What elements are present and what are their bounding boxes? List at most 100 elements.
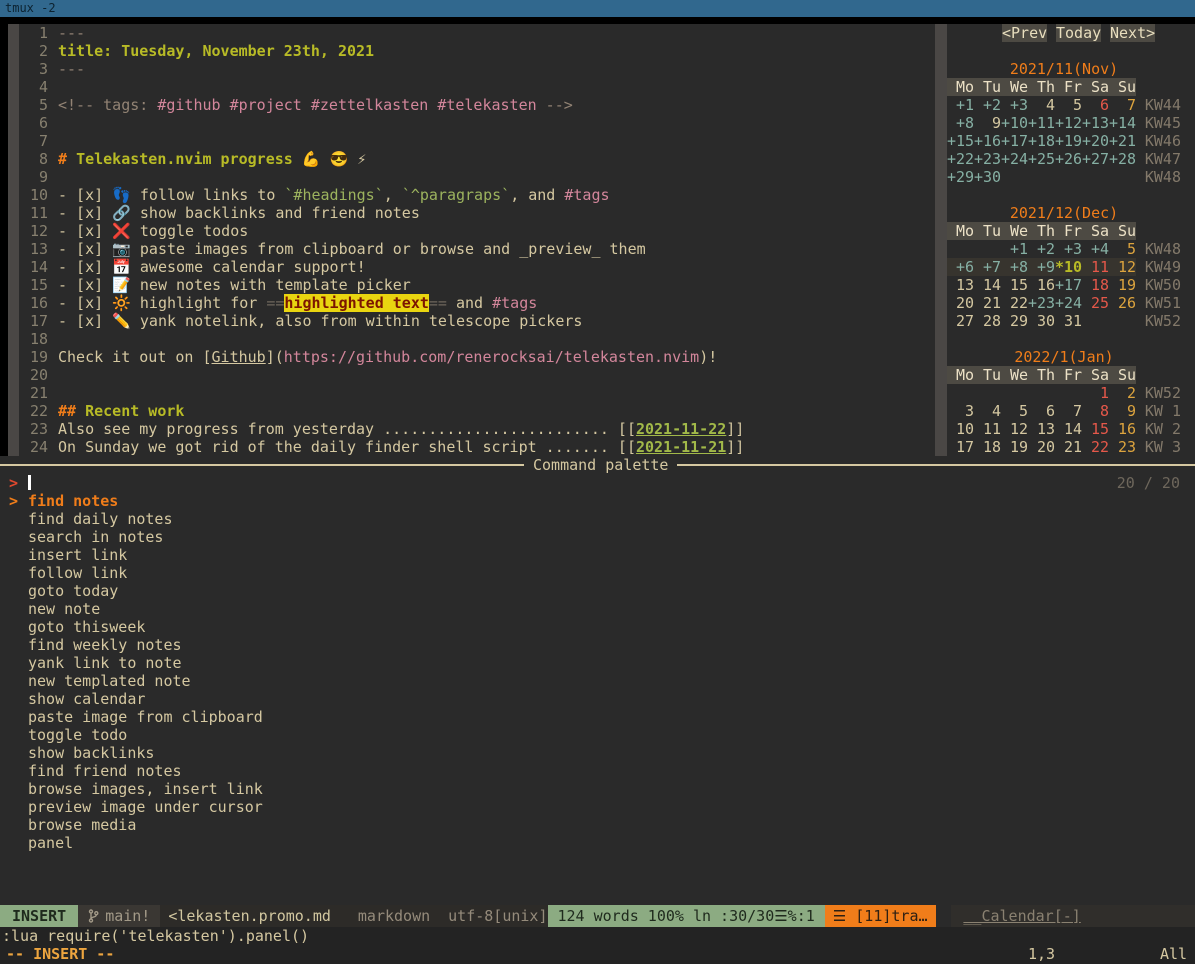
calendar-day[interactable]: 6 <box>1028 402 1055 420</box>
calendar-day[interactable]: +7 <box>974 258 1001 276</box>
editor-line[interactable]: 16- [x] 🔆 highlight for ==highlighted te… <box>19 294 935 312</box>
calendar-day[interactable]: 18 <box>974 438 1001 456</box>
editor-line[interactable]: 10- [x] 👣 follow links to `#headings`, `… <box>19 186 935 204</box>
calendar-day[interactable]: 23 <box>1109 438 1136 456</box>
calendar-day[interactable]: 18 <box>1082 276 1109 294</box>
palette-item[interactable]: preview image under cursor <box>0 798 1195 816</box>
calendar-day[interactable]: +2 <box>974 96 1001 114</box>
calendar-day[interactable]: 31 <box>1055 312 1082 330</box>
palette-item[interactable]: find daily notes <box>0 510 1195 528</box>
palette-item[interactable]: goto today <box>0 582 1195 600</box>
calendar-day[interactable]: 4 <box>1028 96 1055 114</box>
editor-line[interactable]: 23Also see my progress from yesterday ..… <box>19 420 935 438</box>
calendar-day[interactable]: +21 <box>1109 132 1136 150</box>
calendar-day[interactable]: +2 <box>1028 240 1055 258</box>
calendar-day[interactable]: 7 <box>1055 402 1082 420</box>
calendar-day[interactable]: 15 <box>1082 420 1109 438</box>
palette-item[interactable]: search in notes <box>0 528 1195 546</box>
calendar-day[interactable]: +8 <box>1001 258 1028 276</box>
calendar-day[interactable]: 21 <box>1055 438 1082 456</box>
calendar-day[interactable]: 21 <box>974 294 1001 312</box>
calendar-day[interactable]: +23 <box>974 150 1001 168</box>
calendar-day[interactable]: 6 <box>1082 96 1109 114</box>
calendar-day[interactable]: 29 <box>1001 312 1028 330</box>
calendar-day[interactable]: 15 <box>1001 276 1028 294</box>
editor-line[interactable]: 2title: Tuesday, November 23th, 2021 <box>19 42 935 60</box>
calendar-day[interactable]: +1 <box>1001 240 1028 258</box>
calendar-day[interactable]: 12 <box>1001 420 1028 438</box>
palette-item[interactable]: find weekly notes <box>0 636 1195 654</box>
editor-line[interactable]: 15- [x] 📝 new notes with template picker <box>19 276 935 294</box>
palette-item[interactable]: find friend notes <box>0 762 1195 780</box>
calendar-day[interactable]: 10 <box>947 420 974 438</box>
editor-line[interactable]: 21 <box>19 384 935 402</box>
calendar-day[interactable]: +26 <box>1055 150 1082 168</box>
calendar-day[interactable]: +6 <box>947 258 974 276</box>
calendar-day[interactable]: +13 <box>1082 114 1109 132</box>
palette-item[interactable]: paste image from clipboard <box>0 708 1195 726</box>
palette-item[interactable]: yank link to note <box>0 654 1195 672</box>
palette-item[interactable]: browse media <box>0 816 1195 834</box>
editor-line[interactable]: 20 <box>19 366 935 384</box>
editor-line[interactable]: 19Check it out on [Github](https://githu… <box>19 348 935 366</box>
calendar-day[interactable]: +19 <box>1055 132 1082 150</box>
calendar-prev-button[interactable]: <Prev <box>1002 24 1047 42</box>
calendar-day[interactable]: 2 <box>1109 384 1136 402</box>
calendar-day[interactable]: +30 <box>974 168 1001 186</box>
editor-line[interactable]: 9 <box>19 168 935 186</box>
calendar-day[interactable]: +20 <box>1082 132 1109 150</box>
calendar-day[interactable]: 22 <box>1082 438 1109 456</box>
calendar-day[interactable]: +9 <box>1028 258 1055 276</box>
calendar-day[interactable]: 5 <box>1109 240 1136 258</box>
calendar-day[interactable]: +22 <box>947 150 974 168</box>
calendar-day[interactable]: 14 <box>974 276 1001 294</box>
palette-item[interactable]: insert link <box>0 546 1195 564</box>
palette-item[interactable]: follow link <box>0 564 1195 582</box>
palette-item[interactable]: panel <box>0 834 1195 852</box>
calendar-day[interactable]: 14 <box>1055 420 1082 438</box>
calendar-day[interactable]: +23 <box>1028 294 1055 312</box>
calendar-day[interactable]: +8 <box>947 114 974 132</box>
calendar-day[interactable]: +29 <box>947 168 974 186</box>
calendar-day[interactable]: 16 <box>1109 420 1136 438</box>
calendar-day[interactable]: *10 <box>1055 258 1082 276</box>
calendar-day[interactable]: +1 <box>947 96 974 114</box>
palette-item[interactable]: new templated note <box>0 672 1195 690</box>
calendar-day[interactable]: 27 <box>947 312 974 330</box>
calendar-day[interactable]: 20 <box>1028 438 1055 456</box>
calendar-day[interactable]: +11 <box>1028 114 1055 132</box>
calendar-day[interactable]: 4 <box>974 402 1001 420</box>
palette-item[interactable]: browse images, insert link <box>0 780 1195 798</box>
palette-item[interactable]: show calendar <box>0 690 1195 708</box>
editor-line[interactable]: 6 <box>19 114 935 132</box>
calendar-day[interactable]: +10 <box>1001 114 1028 132</box>
editor-line[interactable]: 13- [x] 📷 paste images from clipboard or… <box>19 240 935 258</box>
calendar-day[interactable]: 12 <box>1109 258 1136 276</box>
calendar-day[interactable]: 20 <box>947 294 974 312</box>
calendar-day[interactable]: +3 <box>1055 240 1082 258</box>
calendar-day[interactable]: +15 <box>947 132 974 150</box>
editor-line[interactable]: 3--- <box>19 60 935 78</box>
calendar-day[interactable]: 17 <box>947 438 974 456</box>
calendar-day[interactable]: +18 <box>1028 132 1055 150</box>
palette-prompt[interactable]: > 20 / 20 <box>0 474 1195 492</box>
calendar-day[interactable]: 1 <box>1082 384 1109 402</box>
palette-item[interactable]: show backlinks <box>0 744 1195 762</box>
palette-item[interactable]: new note <box>0 600 1195 618</box>
palette-item[interactable]: toggle todo <box>0 726 1195 744</box>
editor-line[interactable]: 18 <box>19 330 935 348</box>
calendar-day[interactable]: +12 <box>1055 114 1082 132</box>
editor-line[interactable]: 12- [x] ❌ toggle todos <box>19 222 935 240</box>
calendar-day[interactable]: 25 <box>1082 294 1109 312</box>
calendar-day[interactable]: 7 <box>1109 96 1136 114</box>
calendar-day[interactable]: 9 <box>1109 402 1136 420</box>
calendar-day[interactable]: +25 <box>1028 150 1055 168</box>
editor-line[interactable]: 17- [x] ✏️ yank notelink, also from with… <box>19 312 935 330</box>
calendar-day[interactable]: +27 <box>1082 150 1109 168</box>
calendar-day[interactable]: +16 <box>974 132 1001 150</box>
calendar-day[interactable]: 11 <box>974 420 1001 438</box>
calendar-day[interactable]: +28 <box>1109 150 1136 168</box>
editor-pane[interactable]: 1---2title: Tuesday, November 23th, 2021… <box>19 24 935 456</box>
calendar-day[interactable]: 3 <box>947 402 974 420</box>
calendar-day[interactable]: +17 <box>1001 132 1028 150</box>
